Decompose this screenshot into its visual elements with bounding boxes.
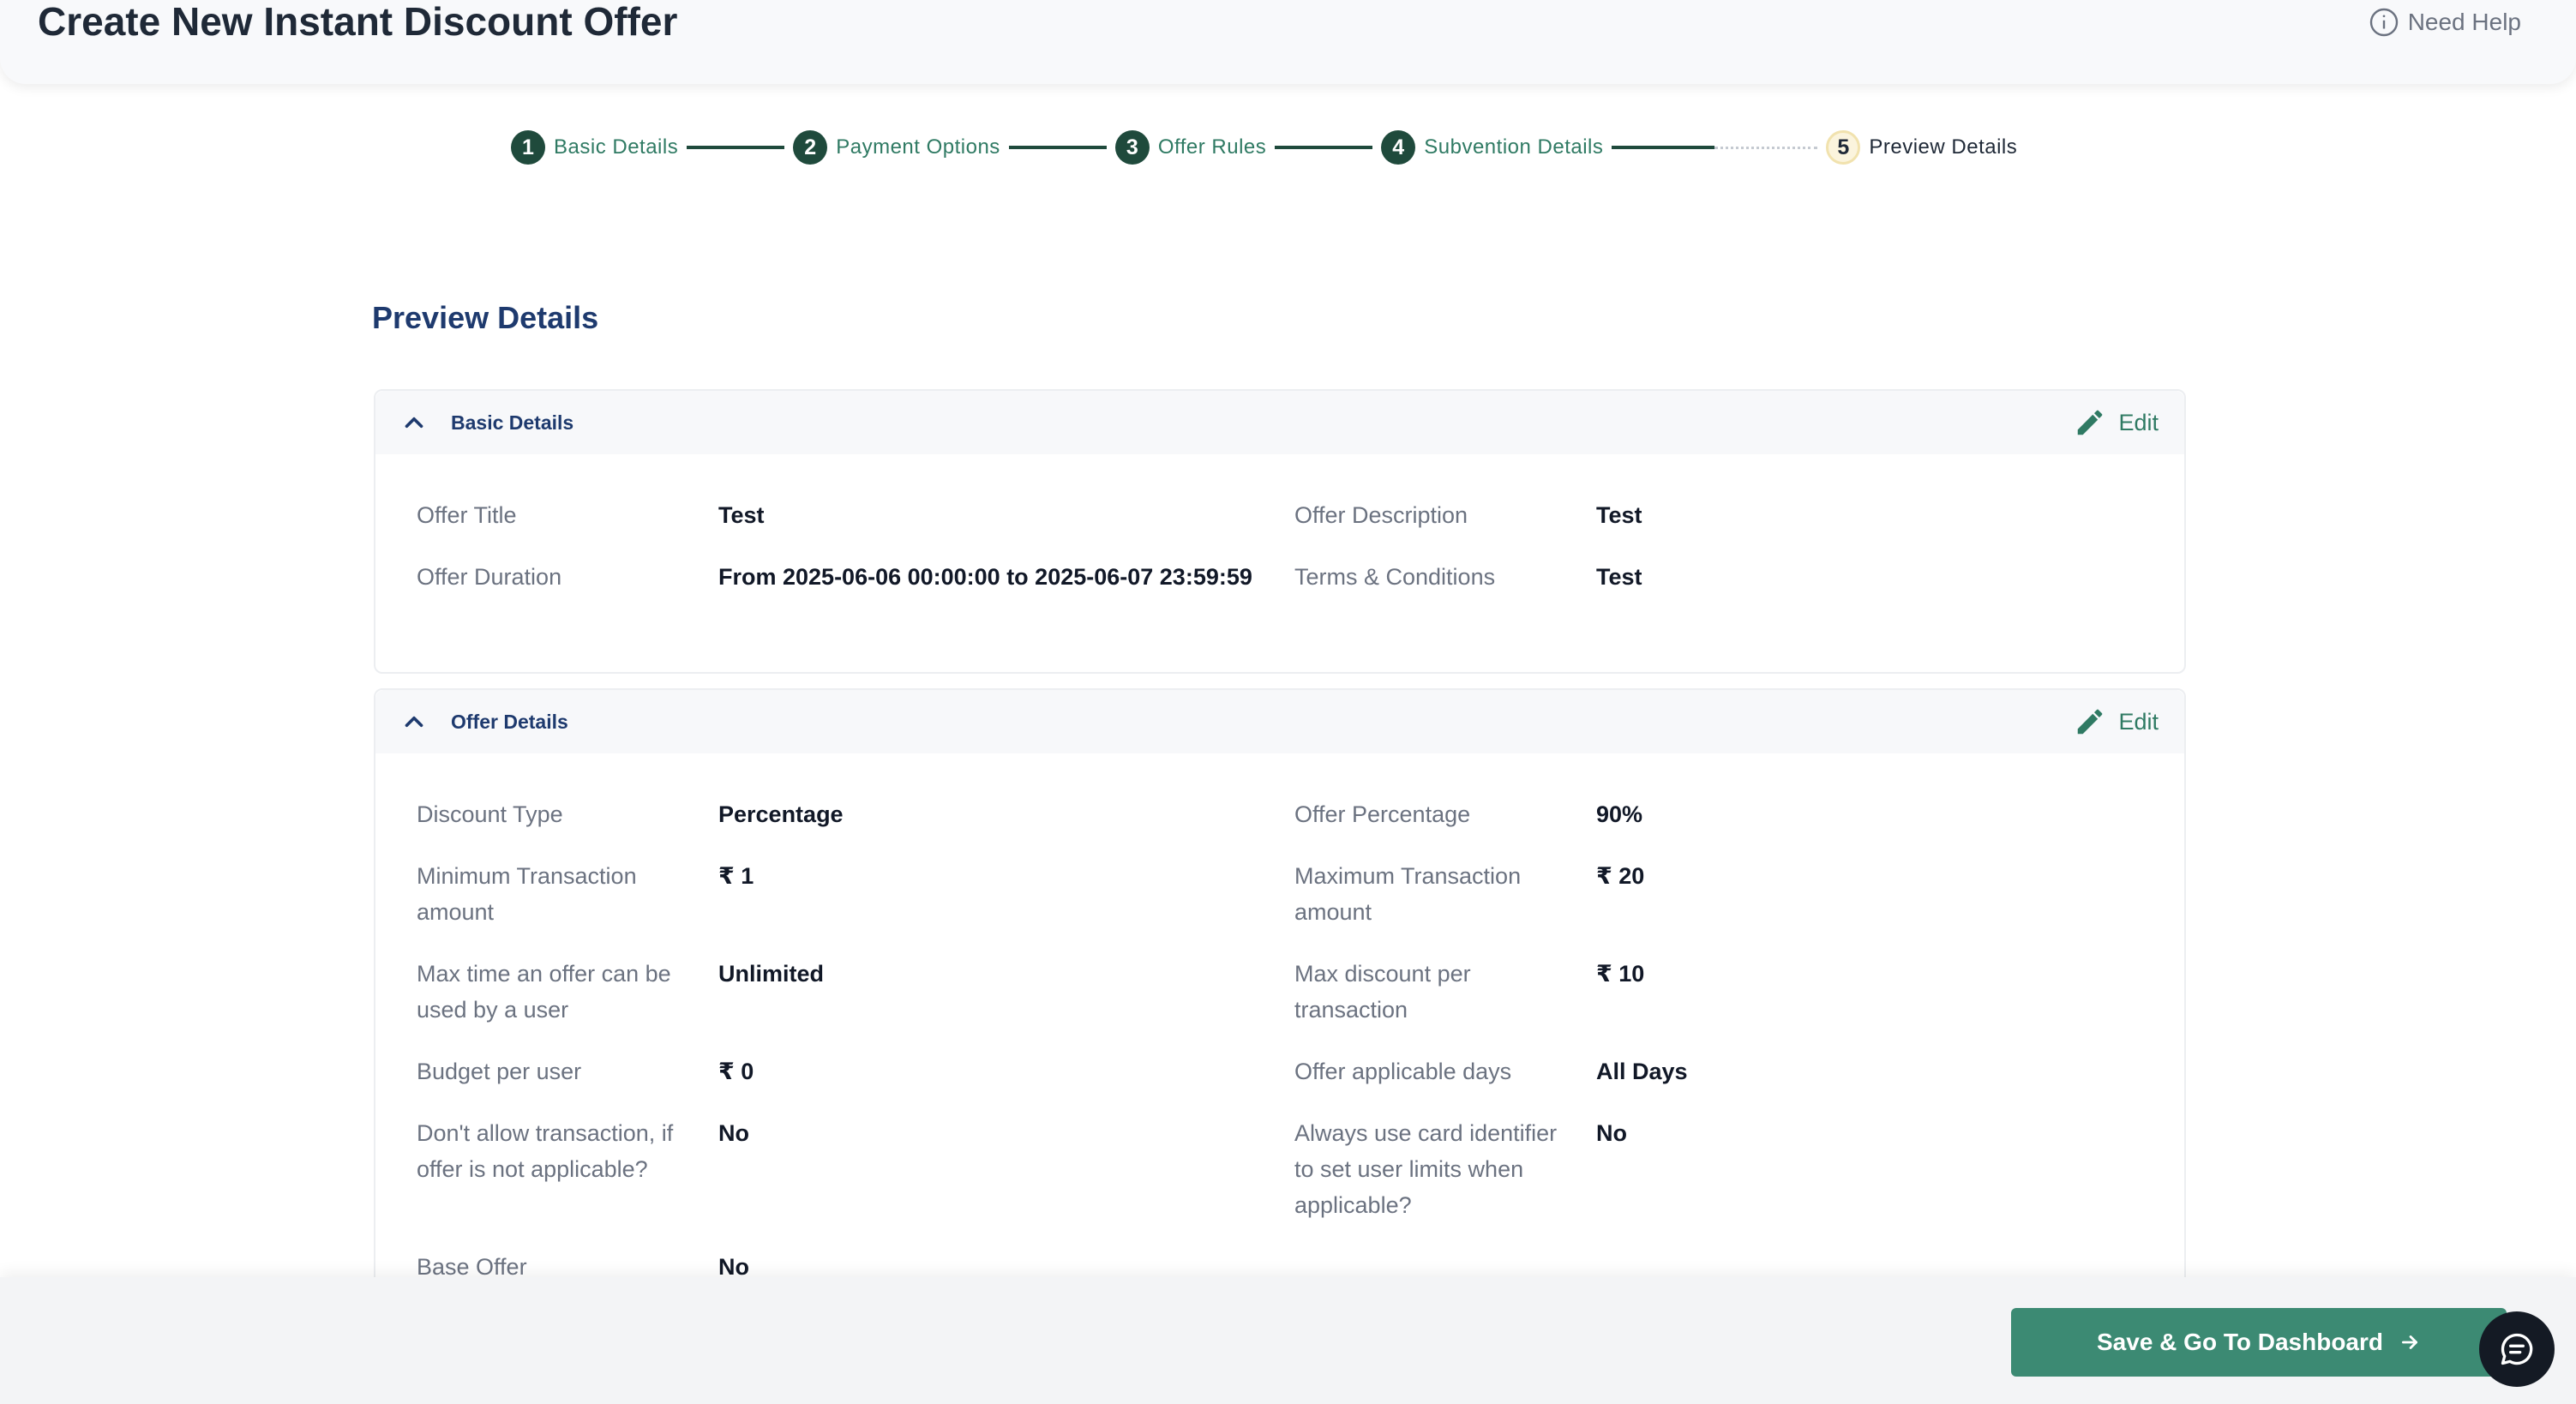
card-header: Offer Details Edit (375, 690, 2184, 753)
field-label: Offer Percentage (1294, 801, 1471, 827)
basic-details-card: Basic Details Edit Offer Title Test Offe… (374, 389, 2186, 674)
field-label: Discount Type (417, 801, 563, 827)
field-value: 90% (1596, 801, 1643, 827)
step-connector (1008, 146, 1107, 149)
step-label: Basic Details (554, 135, 679, 159)
edit-label: Edit (2118, 708, 2159, 735)
field-label: Minimum Transaction amount (417, 863, 637, 925)
field-value: All Days (1596, 1059, 1688, 1084)
field-label: Budget per user (417, 1059, 582, 1084)
field-label: Offer Duration (417, 564, 562, 590)
field-value: ₹ 10 (1596, 961, 1645, 987)
field-value: Percentage (718, 801, 844, 827)
step-label: Subvention Details (1424, 135, 1604, 159)
step-label: Payment Options (836, 135, 1000, 159)
save-button-label: Save & Go To Dashboard (2097, 1329, 2383, 1355)
field-label: Maximum Transaction amount (1294, 863, 1522, 925)
step-number: 4 (1381, 130, 1416, 165)
field-value: ₹ 1 (718, 863, 754, 889)
field-label: Offer Description (1294, 502, 1468, 528)
step-connector (687, 146, 785, 149)
field-value: Test (718, 502, 765, 528)
edit-basic-details-button[interactable]: Edit (2074, 391, 2159, 454)
card-title: Basic Details (451, 411, 574, 434)
edit-offer-details-button[interactable]: Edit (2074, 690, 2159, 753)
info-icon (2369, 8, 2398, 37)
field-label: Offer applicable days (1294, 1059, 1512, 1084)
progress-stepper: 1 Basic Details 2 Payment Options 3 Offe… (511, 129, 2017, 166)
field-label: Always use card identifier to set user l… (1294, 1120, 1558, 1218)
page-title: Create New Instant Discount Offer (38, 0, 678, 44)
field-label: Max time an offer can be used by a user (417, 961, 671, 1023)
field-value: Unlimited (718, 961, 825, 987)
field-value: ₹ 20 (1596, 863, 1645, 889)
step-offer-rules[interactable]: 3 Offer Rules (1114, 130, 1267, 165)
chevron-up-icon[interactable] (399, 408, 429, 437)
chat-icon (2501, 1333, 2533, 1365)
step-number: 5 (1826, 130, 1861, 165)
field-label: Max discount per transaction (1294, 961, 1471, 1023)
section-title: Preview Details (372, 300, 599, 335)
card-header: Basic Details Edit (375, 391, 2184, 454)
pencil-icon (2078, 709, 2103, 735)
step-subvention-details[interactable]: 4 Subvention Details (1381, 130, 1603, 165)
step-connector-pending (1714, 146, 1818, 149)
need-help-label: Need Help (2407, 9, 2521, 35)
footer-bar: Save & Go To Dashboard (0, 1277, 2576, 1404)
step-number: 1 (511, 130, 545, 165)
page-header: Create New Instant Discount Offer Need H… (0, 0, 2576, 84)
field-label: Don't allow transaction, if offer is not… (417, 1120, 674, 1182)
step-connector (1612, 146, 1715, 149)
chevron-up-icon[interactable] (399, 707, 429, 736)
step-payment-options[interactable]: 2 Payment Options (793, 130, 1000, 165)
step-connector (1275, 146, 1373, 149)
step-label: Offer Rules (1157, 135, 1267, 159)
field-value: ₹ 0 (718, 1059, 754, 1084)
pencil-icon (2078, 410, 2103, 435)
field-value: From 2025-06-06 00:00:00 to 2025-06-07 2… (718, 564, 1252, 590)
offer-details-grid: Discount Type Percentage Offer Percentag… (375, 753, 2184, 1285)
step-label: Preview Details (1869, 135, 2018, 159)
card-title: Offer Details (451, 711, 568, 733)
step-number: 2 (793, 130, 828, 165)
step-preview-details[interactable]: 5 Preview Details (1826, 130, 2017, 165)
chat-support-button[interactable] (2479, 1311, 2555, 1387)
field-value: No (1596, 1120, 1627, 1146)
edit-label: Edit (2118, 409, 2159, 435)
basic-details-grid: Offer Title Test Offer Description Test … (375, 454, 2184, 595)
field-label: Terms & Conditions (1294, 564, 1496, 590)
step-number: 3 (1114, 130, 1150, 165)
field-value: Test (1596, 564, 1642, 590)
field-label: Offer Title (417, 502, 517, 528)
arrow-right-icon (2402, 1335, 2417, 1349)
field-value: No (718, 1120, 749, 1146)
offer-details-card: Offer Details Edit Discount Type Percent… (374, 688, 2186, 1288)
need-help-link[interactable]: Need Help (2369, 3, 2521, 41)
step-basic-details[interactable]: 1 Basic Details (511, 130, 678, 165)
save-go-to-dashboard-button[interactable]: Save & Go To Dashboard (2011, 1308, 2507, 1377)
field-value: Test (1596, 502, 1642, 528)
